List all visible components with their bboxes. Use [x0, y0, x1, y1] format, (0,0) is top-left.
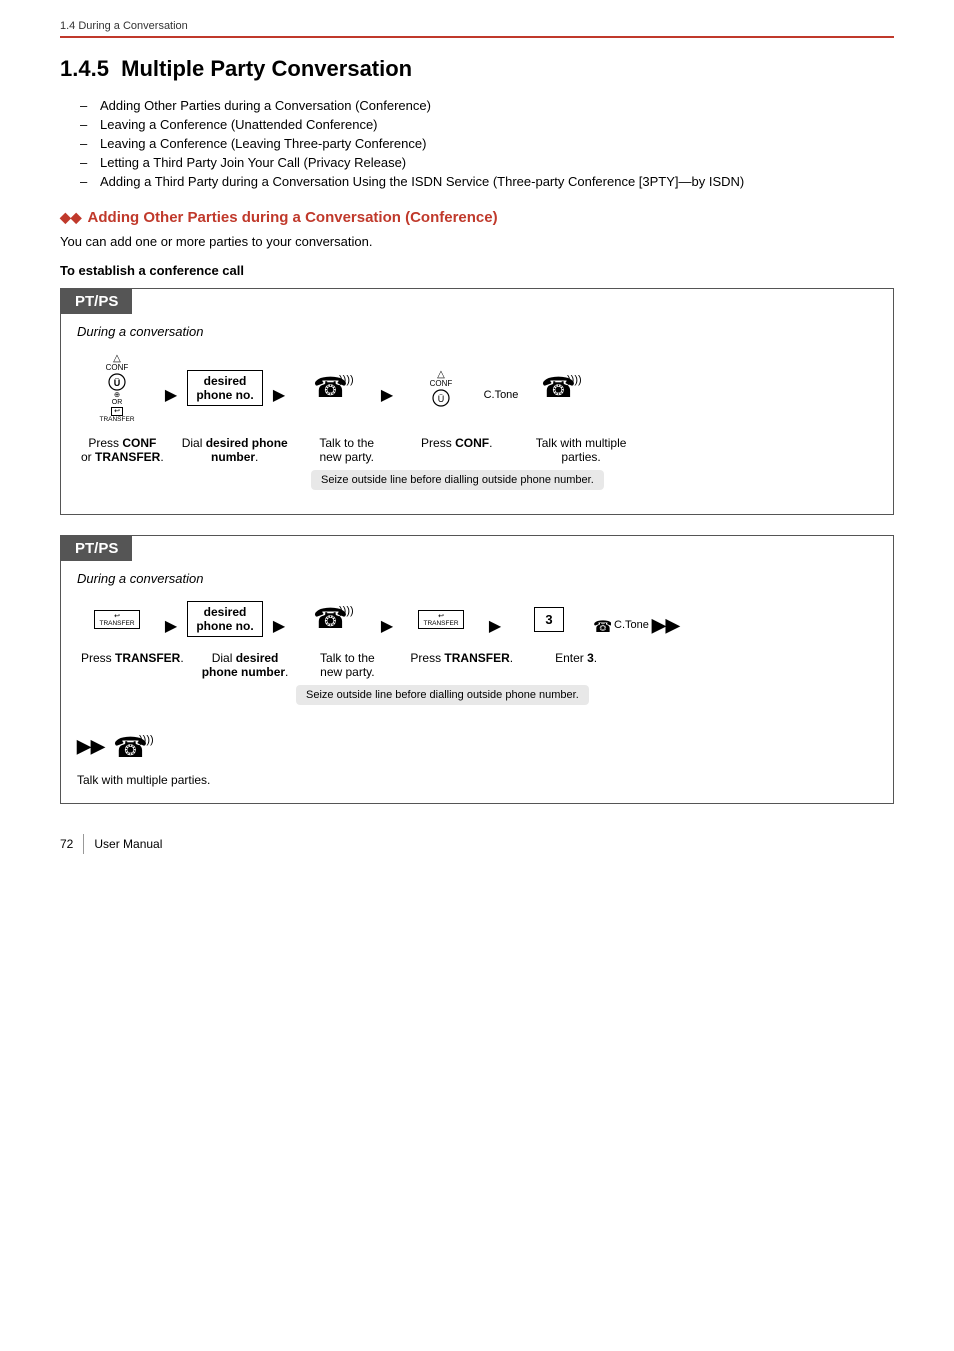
- key3-icon: 3: [534, 607, 563, 632]
- step-col-2-5: 3: [509, 607, 589, 636]
- step-col-2-4: ↩ TRANSFER: [401, 610, 481, 633]
- phone-wave-icon-final: ☎ )))): [111, 729, 155, 765]
- conf-phone-icon: Ü: [430, 389, 452, 407]
- arrow-1: ▶: [159, 375, 183, 405]
- label-cell-5: Talk with multipleparties.: [532, 436, 631, 464]
- step-col-4: △ CONF Ü: [401, 369, 481, 411]
- arrow-3: ▶: [375, 375, 399, 405]
- list-item: Leaving a Conference (Leaving Three-part…: [80, 136, 894, 151]
- arrow-2: ▶: [267, 375, 291, 405]
- transfer-icon-1: ↩ TRANSFER: [94, 610, 139, 629]
- subsection-description: You can add one or more parties to your …: [60, 234, 894, 249]
- ctone-label-2: C.Tone: [614, 619, 649, 631]
- step-col-1: △ CONF Ü ⊕ OR ↩ TRANSFER: [77, 353, 157, 428]
- conf-transfer-icon: △ CONF Ü ⊕ OR ↩ TRANSFER: [99, 353, 134, 424]
- label-row-1: Press CONFor TRANSFER. Dial desired phon…: [77, 436, 893, 464]
- svg-text:)))): )))): [567, 374, 582, 386]
- label-row-2: Press TRANSFER. Dial desiredphone number…: [77, 651, 893, 679]
- conf-icon-2: △ CONF Ü: [430, 369, 453, 407]
- svg-text:)))): )))): [339, 605, 354, 617]
- step-col-5: ☎ )))): [521, 369, 601, 412]
- svg-text:)))): )))): [339, 374, 354, 386]
- label-cell-2-2: Dial desiredphone number.: [198, 651, 293, 679]
- double-arrow-2: ▶▶: [77, 736, 105, 757]
- final-row: ▶▶ ☎ )))): [77, 729, 893, 765]
- transfer-icon-2: ↩ TRANSFER: [418, 610, 463, 629]
- subsection-title: ◆◆ Adding Other Parties during a Convers…: [60, 209, 894, 226]
- ptps-header-2: PT/PS: [61, 536, 132, 561]
- phone-wave-icon-3: ☎ )))): [311, 600, 355, 636]
- step-col-2-1: ↩ TRANSFER: [77, 610, 157, 633]
- step-icons-row-1: △ CONF Ü ⊕ OR ↩ TRANSFER ▶ desiredphone …: [77, 353, 893, 428]
- list-item: Adding a Third Party during a Conversati…: [80, 174, 894, 189]
- arrow-2-3: ▶: [375, 606, 399, 636]
- svg-text:Ü: Ü: [114, 378, 121, 388]
- arrow-2-2: ▶: [267, 606, 291, 636]
- svg-text:)))): )))): [139, 734, 154, 746]
- ptps-subtitle-1: During a conversation: [77, 324, 893, 339]
- label-cell-2: Dial desired phonenumber.: [178, 436, 292, 464]
- phone-wave-icon-2: ☎ )))): [539, 369, 583, 405]
- double-arrow-1: ▶▶: [652, 615, 680, 636]
- list-item: Letting a Third Party Join Your Call (Pr…: [80, 155, 894, 170]
- ptps-header-1: PT/PS: [61, 289, 132, 314]
- svg-text:Ü: Ü: [438, 394, 445, 404]
- desired-phone-box-2: desiredphone no.: [187, 601, 262, 637]
- step-col-3: ☎ )))): [293, 369, 373, 412]
- ptps-subtitle-2: During a conversation: [77, 571, 893, 586]
- label-cell-2-3: Talk to thenew party.: [302, 651, 392, 679]
- ptps-box-2: PT/PS During a conversation ↩ TRANSFER ▶…: [60, 535, 894, 804]
- list-item: Leaving a Conference (Unattended Confere…: [80, 117, 894, 132]
- label-cell-2-1: Press TRANSFER.: [77, 651, 188, 665]
- label-cell-1: Press CONFor TRANSFER.: [77, 436, 168, 464]
- label-cell-2-4: Press TRANSFER.: [406, 651, 517, 665]
- breadcrumb: 1.4 During a Conversation: [60, 20, 894, 38]
- ptps-box-1: PT/PS During a conversation △ CONF Ü ⊕ O…: [60, 288, 894, 515]
- phone-wave-icon-1: ☎ )))): [311, 369, 355, 405]
- final-label: Talk with multiple parties.: [77, 773, 893, 787]
- page-title: 1.4.5 Multiple Party Conversation: [60, 56, 894, 82]
- step-col-2-3: ☎ )))): [293, 600, 373, 643]
- label-cell-4: Press CONF.: [412, 436, 502, 450]
- label-cell-2-5: Enter 3.: [531, 651, 621, 665]
- step-col-2: desiredphone no.: [185, 370, 265, 410]
- list-item: Adding Other Parties during a Conversati…: [80, 98, 894, 113]
- step-icons-row-2: ↩ TRANSFER ▶ desiredphone no. ▶ ☎ )))) ▶: [77, 600, 893, 643]
- to-establish-label: To establish a conference call: [60, 263, 894, 278]
- label-cell-3: Talk to thenew party.: [302, 436, 392, 464]
- desired-phone-box: desiredphone no.: [187, 370, 262, 406]
- diamond-icon: ◆◆: [60, 209, 82, 226]
- note-box-2: Seize outside line before dialling outsi…: [216, 685, 893, 713]
- footer-divider: [83, 834, 84, 854]
- phone-icon-1: Ü: [106, 373, 128, 391]
- ctone-label-1: C.Tone: [483, 379, 519, 401]
- handset-icon-ctone: ☎: [591, 614, 611, 636]
- footer: 72 User Manual: [60, 834, 894, 854]
- bullet-list: Adding Other Parties during a Conversati…: [80, 98, 894, 189]
- arrow-2-4: ▶: [483, 606, 507, 636]
- step-col-2-2: desiredphone no.: [185, 601, 265, 641]
- arrow-2-1: ▶: [159, 606, 183, 636]
- note-box-1: Seize outside line before dialling outsi…: [231, 470, 893, 498]
- svg-text:☎: ☎: [593, 619, 611, 636]
